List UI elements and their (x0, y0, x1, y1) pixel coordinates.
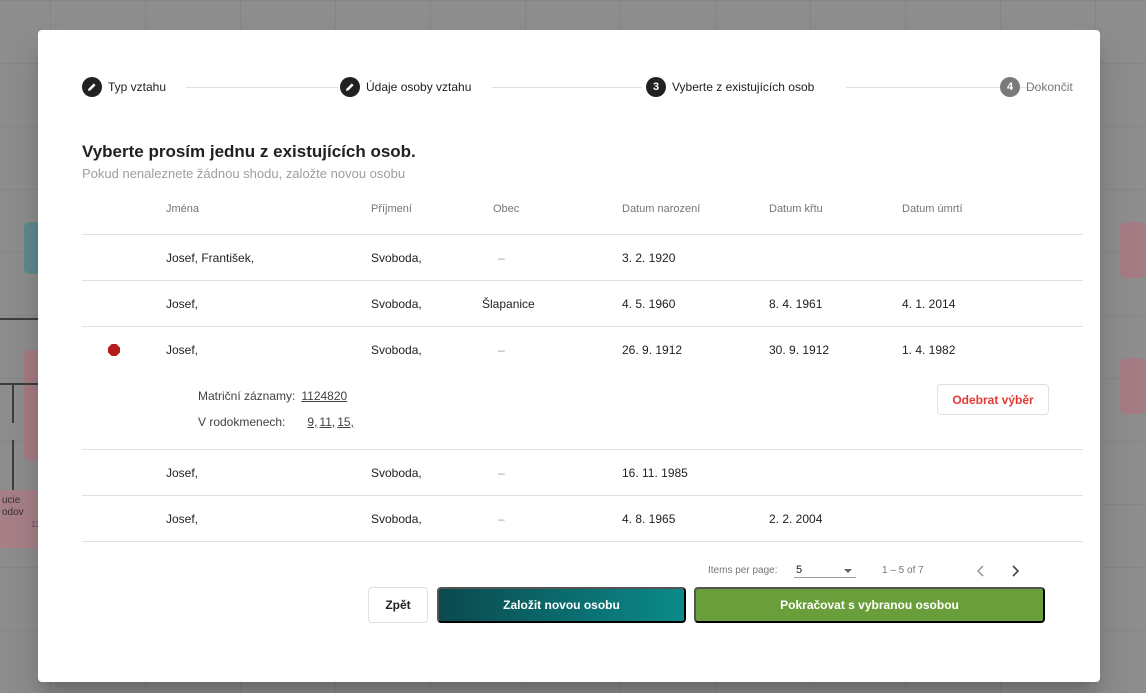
cell-obec: – (498, 466, 505, 480)
chevron-down-icon (844, 569, 852, 573)
step-person-details[interactable]: Údaje osoby vztahu (340, 76, 471, 98)
column-header-surname[interactable]: Příjmení (371, 203, 412, 215)
cell-obec: Šlapanice (482, 297, 535, 311)
page-range: 1 – 5 of 7 (882, 565, 924, 576)
chevron-left-icon (976, 565, 984, 577)
step-connector (186, 87, 338, 88)
background-card (1120, 222, 1146, 278)
cell-surname: Svoboda, (371, 343, 422, 357)
records-label: Matriční záznamy: (198, 389, 296, 403)
page-size-select[interactable]: 5 (794, 562, 856, 578)
cell-surname: Svoboda, (371, 512, 422, 526)
cell-surname: Svoboda, (371, 466, 422, 480)
chevron-right-icon (1012, 565, 1020, 577)
background-connector (0, 318, 38, 320)
step-label: Údaje osoby vztahu (366, 80, 472, 94)
cell-baptized: 30. 9. 1912 (769, 343, 830, 357)
table-row[interactable]: Josef, Svoboda, – 16. 11. 1985 (82, 450, 1083, 496)
table-row[interactable]: Josef, František, Svoboda, – 3. 2. 1920 (82, 235, 1083, 281)
record-link[interactable]: 1124820 (301, 389, 347, 403)
cell-died: 4. 1. 2014 (902, 297, 956, 311)
column-header-obec[interactable]: Obec (493, 203, 519, 215)
table-row-selected[interactable]: Josef, Svoboda, – 26. 9. 1912 30. 9. 191… (82, 327, 1083, 450)
pencil-icon (82, 77, 102, 97)
continue-with-selected-button[interactable]: Pokračovat s vybranou osobou (694, 587, 1045, 623)
persons-table: Jména Příjmení Obec Datum narození Datum… (82, 190, 1083, 542)
step-select-existing[interactable]: 3 Vyberte z existujících osob (646, 76, 814, 98)
pencil-icon (340, 77, 360, 97)
cell-baptized: 2. 2. 2004 (769, 512, 823, 526)
select-person-dialog: Typ vztahu Údaje osoby vztahu 3 Vyberte … (38, 30, 1100, 682)
page-size-value: 5 (796, 564, 803, 576)
table-row[interactable]: Josef, Svoboda, Šlapanice 4. 5. 1960 8. … (82, 281, 1083, 327)
next-page-button[interactable] (1004, 560, 1026, 582)
page-subtitle: Pokud nenaleznete žádnou shodu, založte … (82, 166, 406, 181)
trees-detail: V rodokmenech: 9, 11, 15, (198, 415, 356, 429)
column-header-died[interactable]: Datum úmrtí (902, 203, 963, 215)
step-label: Vyberte z existujících osob (672, 80, 815, 94)
back-button[interactable]: Zpět (368, 587, 428, 623)
table-header: Jména Příjmení Obec Datum narození Datum… (82, 190, 1083, 235)
previous-page-button[interactable] (970, 560, 992, 582)
background-card (1120, 358, 1146, 414)
cell-names: Josef, František, (166, 251, 255, 265)
cell-born: 3. 2. 1920 (622, 251, 676, 265)
stepper: Typ vztahu Údaje osoby vztahu 3 Vyberte … (82, 76, 1084, 98)
step-connector (492, 87, 642, 88)
remove-selection-button[interactable]: Odebrat výběr (937, 384, 1049, 415)
table-row[interactable]: Josef, Svoboda, – 4. 8. 1965 2. 2. 2004 (82, 496, 1083, 542)
column-header-baptized[interactable]: Datum křtu (769, 203, 823, 215)
cell-baptized: 8. 4. 1961 (769, 297, 823, 311)
cell-obec: – (498, 343, 505, 357)
cell-names: Josef, (166, 297, 199, 311)
cell-born: 4. 5. 1960 (622, 297, 676, 311)
cell-names: Josef, (166, 466, 199, 480)
cell-died: 1. 4. 1982 (902, 343, 956, 357)
step-number: 3 (646, 77, 666, 97)
step-label: Dokončit (1026, 80, 1073, 94)
tree-link[interactable]: 11, (319, 415, 335, 429)
tree-link[interactable]: 15, (337, 415, 354, 429)
cell-obec: – (498, 251, 505, 265)
background-connector (12, 440, 14, 490)
step-label: Typ vztahu (108, 80, 167, 94)
records-detail: Matriční záznamy: 1124820 (198, 389, 349, 403)
create-new-person-button[interactable]: Založit novou osobu (437, 587, 686, 623)
selected-marker-icon (108, 344, 120, 356)
step-relation-type[interactable]: Typ vztahu (82, 76, 166, 98)
cell-names: Josef, (166, 343, 199, 357)
column-header-born[interactable]: Datum narození (622, 203, 700, 215)
column-header-names[interactable]: Jména (166, 203, 199, 215)
page-title: Vyberte prosím jednu z existujících osob… (82, 142, 416, 161)
tree-link[interactable]: 9, (307, 415, 317, 429)
background-connector (12, 383, 14, 423)
cell-names: Josef, (166, 512, 199, 526)
step-finish[interactable]: 4 Dokončit (1000, 76, 1073, 98)
cell-born: 16. 11. 1985 (622, 466, 688, 480)
trees-label: V rodokmenech: (198, 415, 286, 429)
background-connector (0, 383, 38, 385)
cell-born: 4. 8. 1965 (622, 512, 676, 526)
cell-born: 26. 9. 1912 (622, 343, 683, 357)
cell-surname: Svoboda, (371, 297, 422, 311)
step-number: 4 (1000, 77, 1020, 97)
cell-obec: – (498, 512, 505, 526)
items-per-page-label: Items per page: (708, 565, 778, 576)
cell-surname: Svoboda, (371, 251, 422, 265)
